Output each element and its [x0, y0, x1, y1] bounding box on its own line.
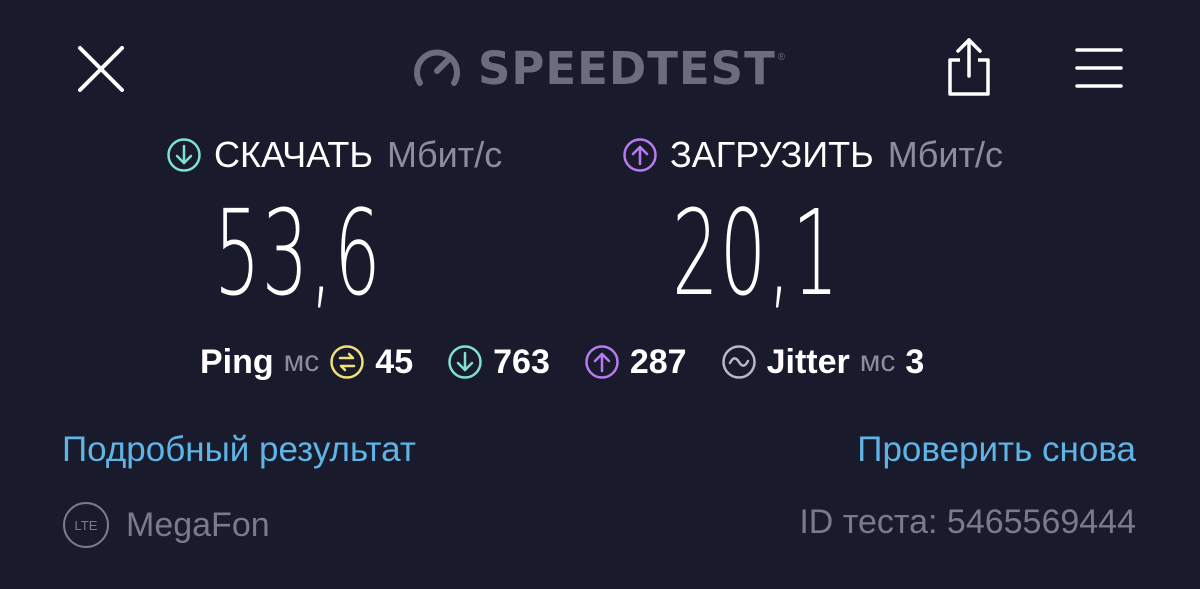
- upload-ping-value: 287: [629, 342, 687, 381]
- logo-trademark: ®: [777, 52, 786, 63]
- lte-badge-text: LTE: [75, 518, 98, 533]
- menu-icon: [1075, 48, 1123, 88]
- menu-button[interactable]: [1074, 46, 1124, 90]
- download-header: СКАЧАТЬ Мбит/с: [166, 130, 502, 180]
- upload-unit: Мбит/с: [887, 134, 1004, 175]
- download-ping-value: 763: [493, 342, 550, 381]
- jitter-label: Jitter: [766, 342, 850, 381]
- upload-arrow-icon: [623, 138, 657, 172]
- download-label: СКАЧАТЬ: [214, 134, 373, 175]
- detailed-result-link[interactable]: Подробный результат: [62, 430, 416, 470]
- logo-text: SPEEDTEST: [478, 41, 776, 95]
- ping-jitter-row: Ping мс 45 763 287 Jitter мс 3: [200, 338, 924, 386]
- speedtest-logo: SPEEDTEST ®: [410, 38, 785, 98]
- download-speed-value: 53,6: [214, 184, 382, 322]
- upload-header: ЗАГРУЗИТЬ Мбит/с: [622, 130, 1003, 180]
- test-id-value: 5465569444: [946, 503, 1136, 541]
- jitter-value: 3: [905, 342, 925, 381]
- close-icon: [78, 46, 124, 92]
- download-unit: Мбит/с: [386, 134, 503, 175]
- speedometer-icon: [414, 49, 460, 86]
- jitter-unit: мс: [859, 345, 896, 378]
- download-arrow-icon: [167, 138, 201, 172]
- provider-info: LTE MegaFon: [62, 500, 270, 550]
- idle-ping-value: 45: [375, 342, 414, 381]
- upload-ping-icon: [585, 345, 619, 379]
- upload-speed-value: 20,1: [672, 184, 840, 322]
- download-ping-icon: [448, 345, 482, 379]
- lte-network-icon: LTE: [63, 502, 109, 548]
- jitter-icon: [721, 345, 756, 379]
- idle-ping-icon: [330, 345, 365, 379]
- ping-unit: мс: [283, 345, 320, 378]
- close-button[interactable]: [74, 42, 128, 96]
- provider-name: MegaFon: [126, 505, 270, 544]
- speedtest-result-screen: SPEEDTEST ® СКАЧАТЬ Мбит/с ЗАГРУЗИТЬ Мби…: [0, 0, 1200, 589]
- test-id: ID теста: 5465569444: [799, 503, 1136, 542]
- share-button[interactable]: [944, 36, 994, 98]
- upload-label: ЗАГРУЗИТЬ: [670, 134, 874, 175]
- retest-link[interactable]: Проверить снова: [857, 430, 1136, 470]
- share-icon: [948, 38, 990, 96]
- ping-label: Ping: [200, 342, 274, 381]
- test-id-label: ID теста:: [799, 503, 938, 541]
